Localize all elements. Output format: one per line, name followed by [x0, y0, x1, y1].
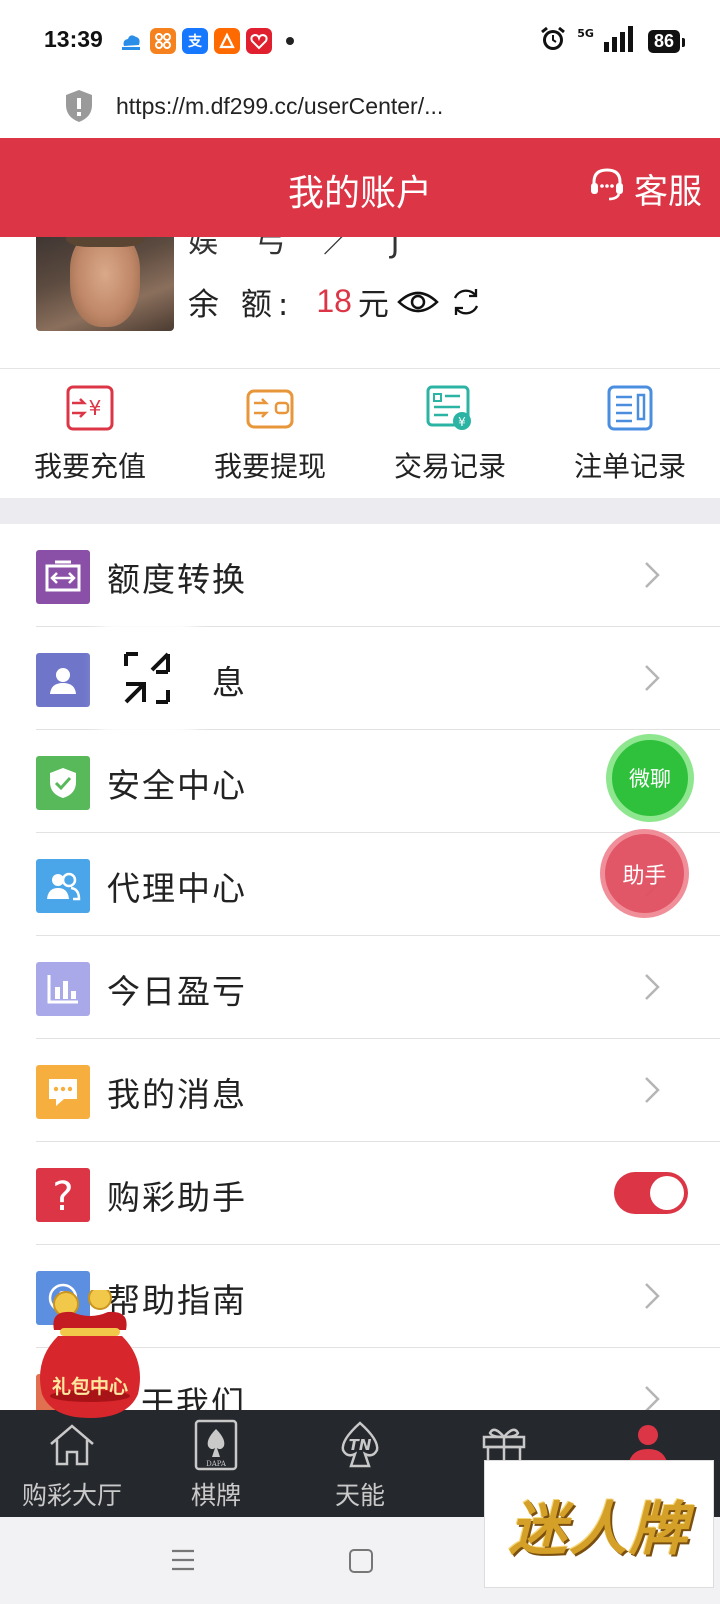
menu-label: 息 [212, 663, 247, 702]
menu-label: 我的消息 [107, 1075, 247, 1114]
avatar-hair [66, 237, 144, 247]
menu-label: 购彩助手 [107, 1178, 247, 1217]
transaction-records-label: 交易记录 [393, 450, 506, 483]
system-status: 5G 86 [539, 25, 686, 57]
svg-text:¥: ¥ [89, 396, 102, 420]
gift-center-button[interactable]: 礼包中心 [30, 1286, 150, 1422]
customer-service-button[interactable]: 客服 [588, 164, 702, 213]
menu-icon[interactable] [170, 1547, 196, 1573]
refresh-icon[interactable] [449, 285, 483, 319]
bar-chart-icon [36, 962, 90, 1016]
withdraw-button[interactable]: 我要提现 [180, 369, 360, 499]
tab-label: 棋牌 [190, 1481, 241, 1510]
menu-item-daily-profit[interactable]: 今日盈亏 [0, 936, 720, 1039]
balance-label: 余 额: [188, 287, 295, 323]
withdraw-label: 我要提现 [213, 450, 326, 483]
status-bar: 13:39 支 5G 86 [0, 0, 720, 80]
message-icon [36, 1065, 90, 1119]
bet-record-icon [607, 385, 653, 431]
status-time: 13:39 [44, 26, 103, 52]
page-header: 我的账户 客服 [0, 138, 720, 237]
bet-records-button[interactable]: 注单记录 [540, 369, 720, 499]
signal-icon [603, 26, 638, 56]
toggle-knob [650, 1176, 684, 1210]
tab-chess-cards[interactable]: DAPA 棋牌 [144, 1410, 288, 1517]
avatar-face [70, 237, 140, 327]
eye-icon[interactable] [397, 288, 439, 316]
watermark-logo: 迷人牌 [484, 1460, 714, 1588]
home-icon [47, 1420, 97, 1470]
transaction-icon: ¥ [426, 385, 471, 430]
menu-label: 安全中心 [107, 766, 247, 805]
more-notifications-dot [286, 37, 294, 45]
collapse-window-button[interactable] [110, 628, 184, 728]
gift-center-label: 礼包中心 [51, 1376, 128, 1398]
tab-label: 购彩大厅 [21, 1481, 122, 1510]
agent-icon [36, 859, 90, 913]
svg-text:DAPA: DAPA [206, 1460, 227, 1468]
menu-label: 代理中心 [107, 869, 247, 908]
menu-item-purchase-assistant: ? 购彩助手 [0, 1142, 720, 1245]
watermark-text: 迷人牌 [508, 1495, 689, 1563]
balance-value: 18 [316, 283, 352, 319]
notification-icons: 支 [118, 28, 294, 54]
menu-label: 今日盈亏 [107, 972, 247, 1011]
svg-text:¥: ¥ [458, 415, 466, 429]
recharge-icon: ¥ [66, 385, 114, 431]
chevron-right-icon [645, 665, 660, 691]
profile-card: 娱 弓 ／ J 余 额: 18 元 [0, 237, 720, 369]
tn-icon: TN [335, 1420, 385, 1470]
chevron-right-icon [645, 1077, 660, 1103]
browser-url-bar[interactable]: https://m.df299.cc/userCenter/... [0, 80, 720, 138]
menu-item-quota-transfer[interactable]: 额度转换 [0, 524, 720, 627]
network-type: 5G [577, 26, 594, 40]
balance-unit: 元 [357, 287, 389, 323]
gift-app-icon [246, 28, 272, 54]
quick-actions: ¥ 我要充值 我要提现 ¥ 交易记录 注单记录 [0, 368, 720, 498]
collapse-icon [124, 652, 170, 704]
user-info-icon [36, 653, 90, 707]
grid-app-icon [150, 28, 176, 54]
transaction-records-button[interactable]: ¥ 交易记录 [360, 369, 540, 499]
headset-icon [588, 165, 626, 212]
app-root: 13:39 支 5G 86 https://m.df299.cc/userCen… [0, 0, 720, 1604]
withdraw-icon [246, 389, 294, 429]
url-text[interactable]: https://m.df299.cc/userCenter/... [116, 93, 443, 120]
service-label: 客服 [634, 172, 702, 212]
cloud-app-icon [118, 28, 144, 54]
assistant-toggle[interactable] [614, 1172, 688, 1214]
menu-item-personal-info[interactable]: 息 [0, 627, 720, 730]
tab-label: 天能 [334, 1481, 385, 1510]
svg-text:?: ? [52, 1174, 73, 1216]
section-gap [0, 498, 720, 524]
taobao-icon [214, 28, 240, 54]
transfer-icon [36, 550, 90, 604]
menu-item-my-messages[interactable]: 我的消息 [0, 1039, 720, 1142]
bet-records-label: 注单记录 [573, 450, 686, 483]
chevron-right-icon [645, 562, 660, 588]
battery-level: 86 [647, 29, 686, 53]
recharge-button[interactable]: ¥ 我要充值 [0, 369, 180, 499]
username: 娱 弓 ／ J [188, 237, 414, 260]
chevron-right-icon [645, 974, 660, 1000]
menu-label: 额度转换 [107, 560, 247, 599]
lucky-bag-icon [40, 1286, 140, 1418]
site-security-shield-icon[interactable] [64, 88, 94, 128]
assistant-float-button[interactable]: 助手 [600, 829, 689, 918]
wechat-chat-float-button[interactable]: 微聊 [606, 734, 694, 822]
avatar[interactable] [36, 237, 174, 331]
tab-tianneng[interactable]: TN 天能 [288, 1410, 432, 1517]
svg-text:TN: TN [349, 1436, 372, 1454]
shield-icon [36, 756, 90, 810]
home-button[interactable] [349, 1549, 373, 1573]
chevron-right-icon [645, 1283, 660, 1309]
recharge-label: 我要充值 [33, 450, 146, 483]
balance-row: 余 额: 18 元 [188, 279, 483, 324]
chevron-right-icon [645, 1386, 660, 1412]
alipay-icon: 支 [182, 28, 208, 54]
tab-lottery-hall[interactable]: 购彩大厅 [0, 1410, 144, 1517]
help-question-icon: ? [36, 1168, 90, 1222]
alarm-icon [539, 25, 567, 57]
cards-icon: DAPA [191, 1419, 241, 1471]
